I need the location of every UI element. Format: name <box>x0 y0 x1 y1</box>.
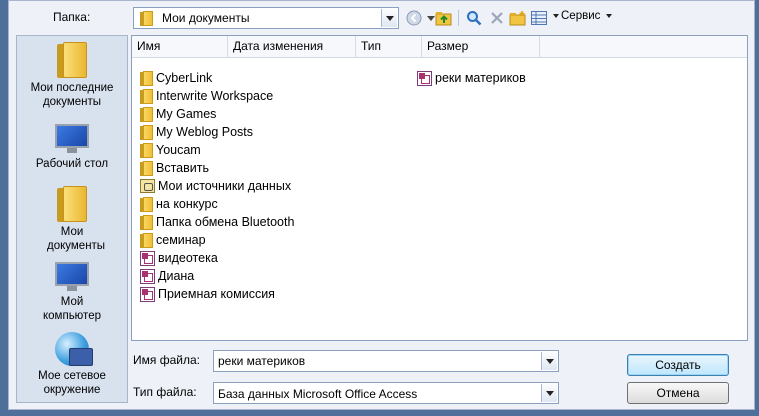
create-button[interactable]: Создать <box>627 354 729 376</box>
network-globe-icon <box>55 332 93 366</box>
folder-icon <box>140 232 153 248</box>
list-item[interactable]: My Weblog Posts <box>140 123 253 141</box>
filename-input[interactable] <box>216 352 542 370</box>
list-item[interactable]: Вставить <box>140 159 209 177</box>
column-header-size[interactable]: Размер <box>422 36 540 57</box>
place-desktop[interactable]: Рабочий стол <box>17 124 127 171</box>
list-item-name: Мои источники данных <box>158 179 292 193</box>
list-item[interactable]: Мои источники данных <box>140 177 291 195</box>
list-item[interactable]: Диана <box>140 267 194 285</box>
place-label: Рабочий стол <box>35 158 109 170</box>
access-db-icon <box>417 70 432 86</box>
cancel-button[interactable]: Отмена <box>627 382 729 404</box>
chevron-down-icon <box>553 14 559 18</box>
column-header-type[interactable]: Тип <box>356 36 422 57</box>
folder-label: Папка: <box>53 10 91 24</box>
access-db-icon <box>140 286 155 302</box>
file-list-header: Имя Дата изменения Тип Размер <box>132 36 747 58</box>
service-menu-label: Сервис <box>561 10 601 22</box>
new-folder-icon[interactable] <box>509 9 527 27</box>
filename-label: Имя файла: <box>133 353 200 367</box>
list-item[interactable]: My Games <box>140 105 216 123</box>
file-list[interactable]: Имя Дата изменения Тип Размер CyberLink … <box>131 35 748 341</box>
desktop-icon <box>55 124 89 154</box>
folder-icon <box>140 214 153 230</box>
folder-icon <box>140 196 153 212</box>
place-my-documents[interactable]: Мои документы <box>17 186 127 253</box>
file-new-database-dialog: Папка: Мои документы Сервис Мои последни… <box>8 0 755 410</box>
folder-icon <box>140 160 153 176</box>
chevron-down-icon[interactable] <box>541 352 557 370</box>
filetype-select[interactable]: База данных Microsoft Office Access <box>213 382 559 404</box>
chevron-down-icon[interactable] <box>381 9 397 27</box>
list-item-name: Диана <box>158 269 195 283</box>
list-item-name: Interwrite Workspace <box>156 89 274 103</box>
folder-icon <box>140 70 153 86</box>
search-icon[interactable] <box>465 9 483 27</box>
list-item-name: My Games <box>156 107 217 121</box>
access-db-icon <box>140 250 155 266</box>
list-item[interactable]: Приемная комиссия <box>140 285 275 303</box>
filetype-label: Тип файла: <box>133 385 197 399</box>
recent-folder-icon <box>57 42 87 78</box>
place-my-computer[interactable]: Мой компьютер <box>17 262 127 323</box>
chevron-down-icon <box>606 14 613 18</box>
toolbar-separator <box>458 10 459 26</box>
list-item[interactable]: на конкурс <box>140 195 218 213</box>
list-item[interactable]: Interwrite Workspace <box>140 87 273 105</box>
views-icon[interactable] <box>530 9 548 27</box>
data-source-folder-icon <box>140 179 155 193</box>
computer-icon <box>55 262 89 292</box>
list-item[interactable]: Youcam <box>140 141 201 159</box>
list-item-name: видеотека <box>158 251 218 265</box>
column-header-name[interactable]: Имя <box>132 36 228 57</box>
list-item[interactable]: видеотека <box>140 249 218 267</box>
filetype-value: База данных Microsoft Office Access <box>218 387 418 401</box>
place-label: Мои последние документы <box>30 82 114 108</box>
list-item[interactable]: Папка обмена Bluetooth <box>140 213 294 231</box>
service-menu[interactable]: Сервис <box>553 10 613 22</box>
places-bar: Мои последние документы Рабочий стол Мои… <box>16 35 128 403</box>
up-folder-icon[interactable] <box>435 9 453 27</box>
documents-folder-icon <box>57 186 87 222</box>
list-item-name: Папка обмена Bluetooth <box>156 215 295 229</box>
folder-combo[interactable]: Мои документы <box>133 7 399 29</box>
access-db-icon <box>140 268 155 284</box>
documents-folder-icon <box>140 11 153 26</box>
list-item-name: на конкурс <box>156 197 218 211</box>
list-item-name: Приемная комиссия <box>158 287 275 301</box>
folder-icon <box>140 106 153 122</box>
place-label: Мой компьютер <box>43 296 101 322</box>
list-item[interactable]: семинар <box>140 231 206 249</box>
delete-icon[interactable] <box>488 9 506 27</box>
list-item-name: семинар <box>156 233 206 247</box>
chevron-down-icon[interactable] <box>541 384 557 402</box>
folder-icon <box>140 88 153 104</box>
list-item-name: Вставить <box>156 161 209 175</box>
list-item[interactable]: реки материков <box>417 69 526 87</box>
place-label: Мое сетевое окружение <box>38 370 106 396</box>
list-item-name: реки материков <box>435 71 526 85</box>
folder-icon <box>140 142 153 158</box>
list-item-name: Youcam <box>156 143 201 157</box>
place-label: Мои документы <box>47 226 106 252</box>
back-icon[interactable] <box>405 9 423 27</box>
place-recent-documents[interactable]: Мои последние документы <box>17 42 127 109</box>
folder-icon <box>140 124 153 140</box>
folder-combo-value: Мои документы <box>162 11 250 25</box>
place-network[interactable]: Мое сетевое окружение <box>17 332 127 397</box>
list-item[interactable]: CyberLink <box>140 69 212 87</box>
filename-field[interactable] <box>213 350 559 372</box>
list-item-name: My Weblog Posts <box>156 125 254 139</box>
column-header-date[interactable]: Дата изменения <box>228 36 356 57</box>
list-item-name: CyberLink <box>156 71 213 85</box>
